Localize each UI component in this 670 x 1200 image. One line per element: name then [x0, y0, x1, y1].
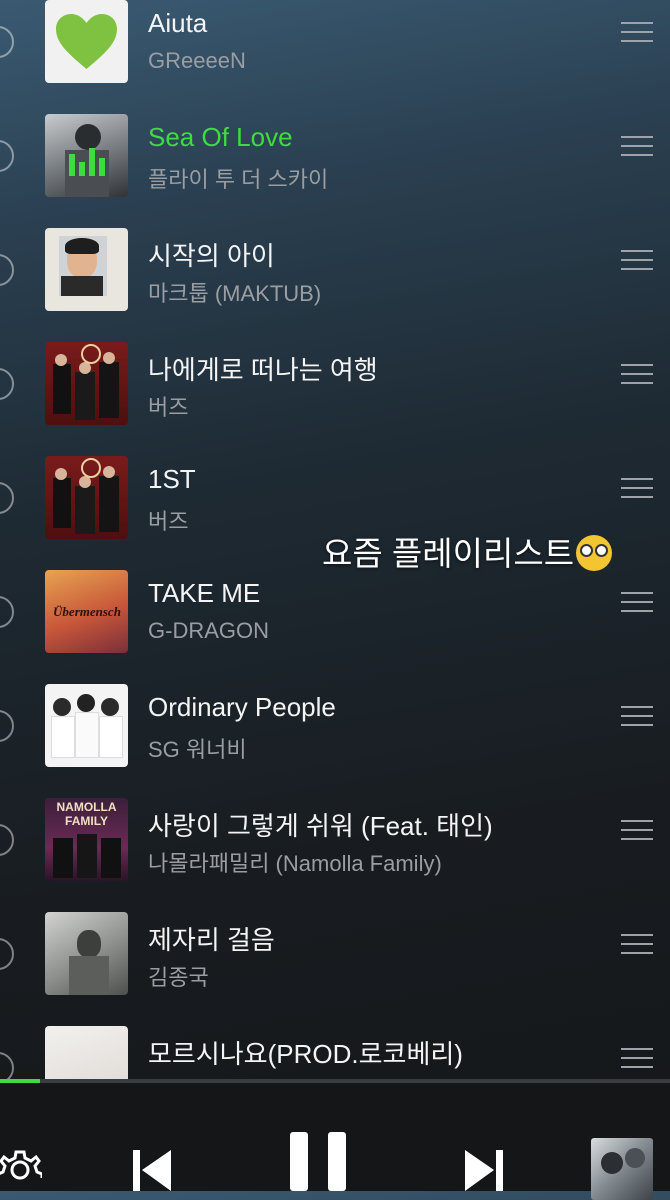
- select-radio[interactable]: [0, 26, 14, 58]
- song-artist: 버즈: [148, 509, 189, 534]
- nerd-face-icon: [576, 535, 613, 571]
- playlist-row[interactable]: NAMOLLA FAMILY 사랑이 그렇게 쉬워 (Feat. 태인) 나몰라패밀리…: [0, 788, 670, 902]
- album-art: [45, 114, 128, 197]
- story-caption: 요즘 플레이리스트: [322, 527, 613, 575]
- song-artist: GReeeeN: [148, 48, 246, 73]
- drag-handle-icon[interactable]: [621, 364, 653, 386]
- select-radio[interactable]: [0, 368, 14, 400]
- pause-icon[interactable]: [288, 1130, 348, 1191]
- playlist-row[interactable]: 시작의 아이마크툽 (MAKTUB): [0, 218, 670, 332]
- song-title: Aiuta: [148, 8, 208, 38]
- song-title: Sea Of Love: [148, 122, 293, 152]
- drag-handle-icon[interactable]: [621, 136, 653, 158]
- select-radio[interactable]: [0, 938, 14, 970]
- playlist-row[interactable]: 나에게로 떠나는 여행버즈: [0, 332, 670, 446]
- select-radio[interactable]: [0, 140, 14, 172]
- song-title: 나에게로 떠나는 여행: [148, 355, 378, 385]
- album-art: [45, 684, 128, 767]
- song-artist: 버즈: [148, 395, 189, 420]
- song-title: Ordinary People: [148, 692, 336, 722]
- song-title: 1ST: [148, 464, 196, 494]
- playlist-row[interactable]: 제자리 걸음김종국: [0, 902, 670, 1016]
- playlist-row[interactable]: Aiuta GReeeeN: [0, 0, 670, 104]
- song-title: TAKE ME: [148, 578, 261, 608]
- song-title: 사랑이 그렇게 쉬워 (Feat. 태인): [148, 811, 493, 841]
- song-artist: 마크툽 (MAKTUB): [148, 281, 322, 306]
- song-artist: G-DRAGON: [148, 618, 269, 643]
- select-radio[interactable]: [0, 1052, 14, 1080]
- song-title: 시작의 아이: [148, 241, 275, 271]
- select-radio[interactable]: [0, 254, 14, 286]
- album-art: [45, 228, 128, 311]
- drag-handle-icon[interactable]: [621, 22, 653, 44]
- select-radio[interactable]: [0, 596, 14, 628]
- album-art: [45, 0, 128, 83]
- song-artist: 나몰라패밀리 (Namolla Family): [148, 851, 442, 876]
- album-art: [45, 342, 128, 425]
- skip-previous-icon[interactable]: [131, 1148, 173, 1191]
- song-artist: 플라이 투 더 스카이: [148, 167, 329, 192]
- playlist-row[interactable]: 모르시나요(PROD.로코베리): [0, 1016, 670, 1080]
- drag-handle-icon[interactable]: [621, 250, 653, 272]
- drag-handle-icon[interactable]: [621, 592, 653, 614]
- album-art: NAMOLLA FAMILY: [45, 798, 128, 881]
- album-art: [45, 912, 128, 995]
- caption-text: 요즘 플레이리스트: [322, 535, 575, 572]
- song-title: 모르시나요(PROD.로코베리): [148, 1039, 463, 1069]
- drag-handle-icon[interactable]: [621, 478, 653, 500]
- drag-handle-icon[interactable]: [621, 934, 653, 956]
- select-radio[interactable]: [0, 824, 14, 856]
- select-radio[interactable]: [0, 710, 14, 742]
- skip-next-icon[interactable]: [463, 1148, 505, 1191]
- song-artist: SG 워너비: [148, 737, 247, 762]
- album-art: [45, 456, 128, 539]
- song-artist: 김종국: [148, 965, 209, 990]
- song-title: 제자리 걸음: [148, 925, 275, 955]
- select-radio[interactable]: [0, 482, 14, 514]
- playlist-row[interactable]: Ordinary People SG 워너비: [0, 674, 670, 788]
- drag-handle-icon[interactable]: [621, 1048, 653, 1070]
- playlist-row[interactable]: Übermensch TAKE ME G-DRAGON: [0, 560, 670, 674]
- drag-handle-icon[interactable]: [621, 706, 653, 728]
- playlist-row[interactable]: Sea Of Love 플라이 투 더 스카이: [0, 104, 670, 218]
- drag-handle-icon[interactable]: [621, 820, 653, 842]
- album-art: [45, 1026, 128, 1080]
- gear-icon[interactable]: [0, 1148, 42, 1191]
- album-art: Übermensch: [45, 570, 128, 653]
